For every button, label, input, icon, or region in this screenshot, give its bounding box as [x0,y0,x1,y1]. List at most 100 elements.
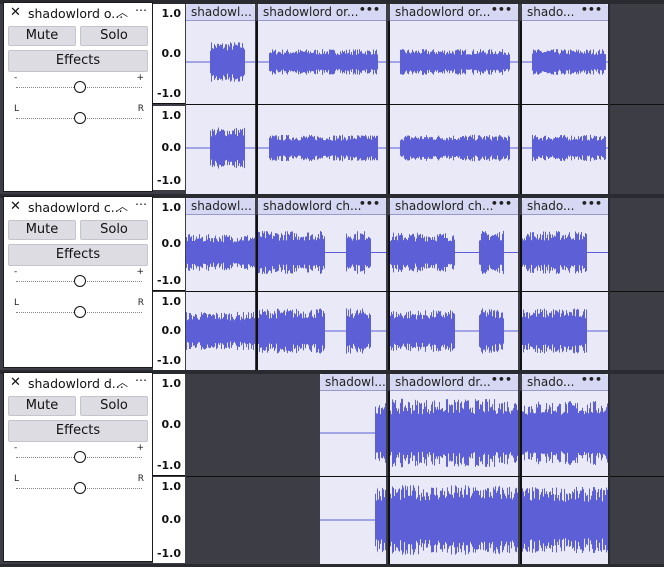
amplitude-ruler: 1.0 0.0 -1.0 [153,292,185,370]
chevron-up-icon[interactable]: ︿ [117,4,128,20]
gain-slider[interactable]: - + [14,443,144,468]
gain-slider[interactable]: - + [14,73,144,98]
pan-slider-knob[interactable] [74,482,86,494]
clip-title-bar[interactable]: shadowl... [320,374,386,391]
chevron-up-icon[interactable]: ︿ [117,374,128,390]
clip-title-bar[interactable]: shadowlord ch... ••• [390,198,518,215]
close-icon[interactable]: ✕ [10,199,21,214]
ruler-tick-label: 1.0 [161,377,182,390]
clip-title[interactable]: shadowlord or... [395,5,490,19]
track-name[interactable]: shadowlord c... [28,200,123,215]
effects-button[interactable]: Effects [8,50,148,72]
clip-boundary [608,374,610,564]
clip-menu-icon[interactable]: ••• [359,4,380,16]
waveform-envelope [258,308,325,354]
track-menu-icon[interactable]: ⋯ [135,373,147,387]
pan-slider[interactable]: LR [14,104,144,129]
track-name-bar[interactable]: ✕ shadowlord d... ︿ ⋯ [4,373,154,394]
ruler-tick-label: -1.0 [156,274,181,287]
pan-slider-knob[interactable] [74,112,86,124]
clip-title-bar[interactable]: shadowl... [186,198,255,215]
gain-slider-knob[interactable] [74,275,86,287]
clip-title[interactable]: shado... [527,5,574,19]
solo-button[interactable]: Solo [80,396,148,416]
track-name[interactable]: shadowlord d... [28,376,124,391]
ruler-tick-label: -1.0 [156,547,181,560]
track-menu-icon[interactable]: ⋯ [135,197,147,211]
pan-right-label: R [137,474,144,484]
clip-boundary [520,391,522,564]
clip-title[interactable]: shadowl... [191,5,252,19]
clip-menu-icon[interactable]: ••• [581,198,602,210]
mute-button[interactable]: Mute [8,396,76,416]
mute-button[interactable]: Mute [8,220,76,240]
amplitude-ruler: 1.0 0.0 -1.0 [153,374,185,475]
clip-title-bar[interactable]: shadowlord ch... ••• [258,198,386,215]
clip-title-bar[interactable]: shadowlord or... ••• [258,4,386,21]
gain-slider-knob[interactable] [74,451,86,463]
waveform-envelope [522,308,587,354]
clip-title-bar[interactable]: shado... ••• [522,4,608,21]
effects-button[interactable]: Effects [8,244,148,266]
ruler-tick-label: -1.0 [156,354,181,367]
clip-menu-icon[interactable]: ••• [491,374,512,386]
clip-title[interactable]: shadowlord or... [263,5,358,19]
track-name[interactable]: shadowlord o... [28,6,123,21]
clip-boundary [608,4,610,194]
clip-menu-icon[interactable]: ••• [359,198,380,210]
clip-menu-icon[interactable]: ••• [491,4,512,16]
waveform-envelope [522,486,608,554]
clip-title[interactable]: shadowlord dr... [395,375,491,389]
close-icon[interactable]: ✕ [10,375,21,390]
clip-title-bar[interactable]: shadowlord dr... ••• [390,374,518,391]
ruler-tick-label: 0.0 [161,46,182,60]
pan-right-label: R [137,104,144,114]
pan-slider[interactable]: LR [14,474,144,499]
clip-title[interactable]: shado... [527,375,574,389]
effects-button[interactable]: Effects [8,420,148,442]
waveform-channel[interactable] [186,391,664,475]
channel-separator [186,476,664,477]
clip-menu-icon[interactable]: ••• [491,198,512,210]
waveform-channel[interactable] [186,477,664,563]
clip-title-bar[interactable]: shado... ••• [522,374,608,391]
clip-title-bar[interactable]: shadowlord or... ••• [390,4,518,21]
amplitude-ruler: 1.0 0.0 -1.0 [153,477,185,563]
ruler-separator [153,290,185,291]
ruler-tick-label: 0.0 [161,324,182,337]
track-name-bar[interactable]: ✕ shadowlord c... ︿ ⋯ [4,197,154,218]
gain-slider-knob[interactable] [74,81,86,93]
solo-button[interactable]: Solo [80,26,148,46]
clip-title[interactable]: shado... [527,199,574,213]
track-menu-icon[interactable]: ⋯ [135,3,147,17]
waveform-envelope [375,487,386,553]
waveform-envelope [522,400,608,466]
mute-button[interactable]: Mute [8,26,76,46]
clip-title-bar[interactable]: shadowl... [186,4,255,21]
track-control-panel[interactable]: ✕ shadowlord c... ︿ ⋯ Mute Solo Effects - + L R [3,196,153,368]
pan-slider-knob[interactable] [74,306,86,318]
track-name-bar[interactable]: ✕ shadowlord o... ︿ ⋯ [4,3,154,24]
solo-button[interactable]: Solo [80,220,148,240]
clip-boundary [256,21,258,194]
clip-title[interactable]: shadowl... [325,375,386,389]
close-icon[interactable]: ✕ [10,5,21,20]
clip-menu-icon[interactable]: ••• [581,4,602,16]
ruler-tick-label: 0.0 [161,237,182,250]
waveform-envelope [390,398,518,468]
clip-menu-icon[interactable]: ••• [581,374,602,386]
clip-title-bar[interactable]: shado... ••• [522,198,608,215]
pan-left-label: L [14,474,20,484]
chevron-up-icon[interactable]: ︿ [117,198,128,214]
waveform-envelope [390,485,518,555]
gain-slider[interactable]: - + [14,267,144,292]
clip-boundary [520,21,522,194]
track-control-panel[interactable]: ✕ shadowlord d... ︿ ⋯ Mute Solo Effects - + L R [3,372,153,562]
waveform-envelope [400,134,510,162]
clip-title[interactable]: shadowl... [191,199,252,213]
pan-slider[interactable]: LR [14,298,144,323]
track-control-panel[interactable]: ✕ shadowlord o... ︿ ⋯ Mute Solo Effects - + L R [3,2,153,192]
waveform-envelope [210,127,245,169]
clip-title[interactable]: shadowlord ch... [395,199,493,213]
clip-title[interactable]: shadowlord ch... [263,199,361,213]
